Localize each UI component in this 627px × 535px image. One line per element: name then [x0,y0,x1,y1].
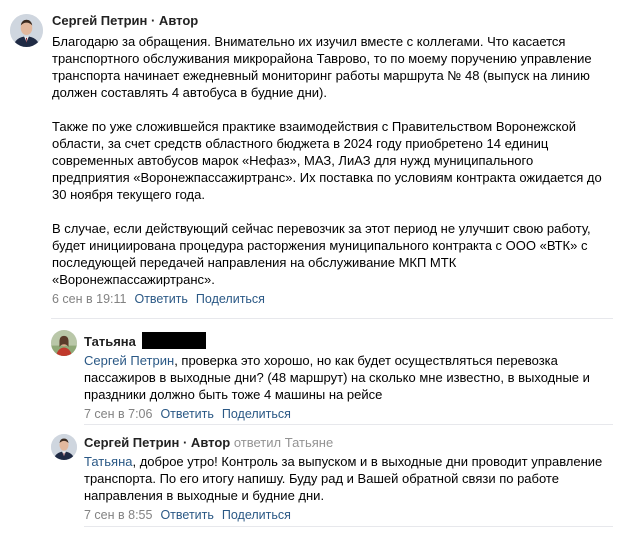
author-name[interactable]: Сергей Петрин [52,13,147,28]
author-role: · Автор [179,435,231,450]
person-photo-icon [51,434,77,460]
comment-meta: 7 сен в 8:55 Ответить Поделиться [84,507,614,523]
share-button[interactable]: Поделиться [196,292,265,306]
person-photo-icon [51,330,77,356]
comment-date[interactable]: 6 сен в 19:11 [52,292,126,306]
comment-meta: 6 сен в 19:11 Ответить Поделиться [52,291,612,307]
author-name-line: Сергей Петрин · Автор [52,13,612,30]
reply-button[interactable]: Ответить [134,292,187,306]
reply-button[interactable]: Ответить [160,407,213,421]
comment-paragraph: В случае, если действующий сейчас перево… [52,220,591,287]
comment-text: Сергей Петрин, проверка это хорошо, но к… [84,352,614,403]
author-avatar[interactable] [10,14,43,47]
reply-button[interactable]: Ответить [160,508,213,522]
author-name-line: Татьяна [84,332,614,351]
author-role: · Автор [147,13,199,28]
replied-word: ответил [233,435,282,450]
comment-body: , доброе утро! Контроль за выпуском и в … [84,453,603,503]
replied-to-name[interactable]: Татьяне [285,435,333,450]
author-name-line: Сергей Петрин · Автор ответил Татьяне [84,435,614,452]
author-avatar[interactable] [51,330,77,356]
comment-paragraph: Благодарю за обращения. Внимательно их и… [52,33,592,100]
mention-link[interactable]: Татьяна [84,454,132,469]
comment-meta: 7 сен в 7:06 Ответить Поделиться [84,406,614,422]
comment-date[interactable]: 7 сен в 8:55 [84,508,152,522]
share-button[interactable]: Поделиться [222,508,291,522]
comment-text: Благодарю за обращения. Внимательно их и… [52,33,612,288]
comment-divider [51,318,613,319]
author-name[interactable]: Сергей Петрин [84,435,179,450]
mention-link[interactable]: Сергей Петрин [84,353,174,368]
redacted-surname [141,332,206,349]
comment-divider [84,526,613,527]
comment-paragraph: Также по уже сложившейся практике взаимо… [52,118,602,202]
author-name[interactable]: Татьяна [84,334,136,349]
share-button[interactable]: Поделиться [222,407,291,421]
author-avatar[interactable] [51,434,77,460]
comment-date[interactable]: 7 сен в 7:06 [84,407,152,421]
comment-text: Татьяна, доброе утро! Контроль за выпуск… [84,453,614,504]
replied-to: ответил Татьяне [234,435,333,450]
person-photo-icon [10,14,43,47]
comment-divider [84,424,613,425]
